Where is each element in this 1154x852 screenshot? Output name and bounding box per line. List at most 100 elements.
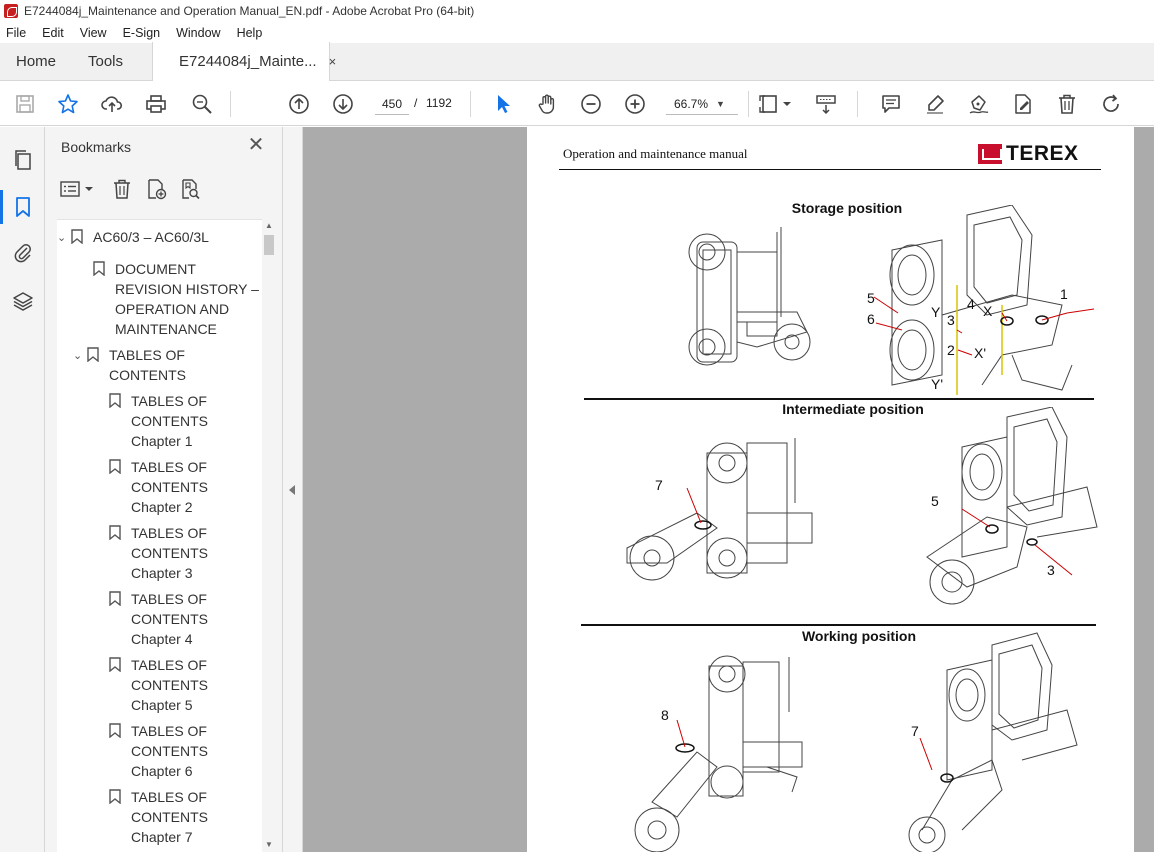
page-number-input[interactable] [375,93,409,115]
layers-icon [13,292,33,311]
callout-label: 8 [661,707,669,723]
trash-icon [114,179,130,199]
callout-label: 7 [655,477,663,493]
callout-label: 5 [931,493,939,509]
bookmarks-panel-button[interactable] [0,190,36,224]
new-bookmark-button[interactable] [145,177,167,201]
callout-label: 6 [867,311,875,327]
bookmark-options-button[interactable] [59,177,95,201]
fit-page-button[interactable] [759,92,795,116]
callout-label: 3 [1047,562,1055,578]
menu-window[interactable]: Window [174,26,222,40]
zoom-level-select[interactable]: 66.7% ▼ [666,93,738,115]
plus-circle-icon [625,94,645,114]
bookmark-item[interactable]: TABLES OF CONTENTS Chapter 7 [109,787,259,847]
find-bookmark-button[interactable] [179,177,201,201]
highlight-button[interactable] [923,92,947,116]
menu-help[interactable]: Help [235,26,265,40]
bookmark-icon [109,789,121,804]
next-page-button[interactable] [331,92,355,116]
bookmarks-title: Bookmarks [61,139,132,155]
storage-iso-drawing [873,205,1095,395]
menu-bar: File Edit View E-Sign Window Help [0,22,1154,43]
hand-tool-button[interactable] [535,92,559,116]
bookmark-icon [71,229,83,244]
attachments-button[interactable] [10,240,36,266]
scrollbar-thumb[interactable] [264,235,274,255]
page-thumbnails-button[interactable] [10,147,36,173]
bookmark-tree: ⌄ AC60/3 – AC60/3L DOCUMENT REVISION HIS… [57,219,275,852]
menu-esign[interactable]: E-Sign [121,26,163,40]
select-tool-button[interactable] [491,92,515,116]
bookmark-item[interactable]: ⌄ TABLES OF CONTENTS [73,345,253,385]
upload-button[interactable] [100,92,124,116]
layers-button[interactable] [10,288,36,314]
tab-document[interactable]: E7244084j_Mainte... × [152,42,336,81]
bookmarks-toolbar [59,177,269,203]
tab-tools[interactable]: Tools [72,42,152,80]
edit-pdf-button[interactable] [1011,92,1035,116]
menu-file[interactable]: File [4,26,28,40]
panel-collapse-handle[interactable] [283,127,303,852]
bookmark-icon [87,347,99,362]
sign-button[interactable] [967,92,991,116]
total-pages: 1192 [426,96,452,110]
tab-home[interactable]: Home [0,42,72,80]
save-button[interactable] [13,92,37,116]
keyboard-scroll-icon [816,95,836,115]
bookmark-item[interactable]: TABLES OF CONTENTS Chapter 4 [109,589,259,649]
tab-close-button[interactable]: × [329,54,337,69]
bookmark-icon [109,459,121,474]
bookmark-item[interactable]: DOCUMENT REVISION HISTORY – OPERATION AN… [93,259,263,339]
page-separator: / [414,96,418,110]
bookmark-item[interactable]: TABLES OF CONTENTS Chapter 3 [109,523,259,583]
brand-wordmark: TEREX [1006,142,1079,165]
acrobat-icon [4,4,18,18]
menu-edit[interactable]: Edit [40,26,66,40]
bookmark-label: TABLES OF CONTENTS Chapter 2 [131,459,208,515]
scroll-down-icon[interactable]: ▼ [265,840,273,849]
previous-page-button[interactable] [287,92,311,116]
bookmark-label: TABLES OF CONTENTS [109,347,186,383]
search-bookmark-icon [182,179,200,200]
zoom-level-value: 66.7% [673,96,709,111]
minus-circle-icon [581,94,601,114]
bookmark-item[interactable]: ⌄ AC60/3 – AC60/3L [57,227,209,247]
intermediate-side-drawing [626,438,813,581]
bookmark-label: TABLES OF CONTENTS Chapter 1 [131,393,208,449]
scroll-mode-button[interactable] [814,92,838,116]
callout-label: 3 [947,312,955,328]
bookmarks-scrollbar[interactable]: ▲ ▼ [262,219,276,852]
delete-bookmark-button[interactable] [111,177,133,201]
arrow-down-circle-icon [333,94,353,114]
zoom-out-button[interactable] [579,92,603,116]
rotate-icon [1103,94,1119,112]
delete-button[interactable] [1055,92,1079,116]
callout-label: 2 [947,342,955,358]
bookmark-item[interactable]: TABLES OF CONTENTS Chapter 2 [109,457,259,517]
comment-button[interactable] [879,92,903,116]
bookmark-star-button[interactable] [56,92,80,116]
chevron-down-icon[interactable]: ⌄ [57,231,71,244]
callout-label: Y' [931,376,944,392]
bookmark-icon [16,197,30,217]
bookmark-item[interactable]: TABLES OF CONTENTS Chapter 5 [109,655,259,715]
pen-sign-icon [969,95,989,114]
bookmark-item[interactable]: TABLES OF CONTENTS Chapter 6 [109,721,259,781]
bookmark-label: TABLES OF CONTENTS Chapter 4 [131,591,208,647]
find-button[interactable] [190,92,214,116]
print-button[interactable] [144,92,168,116]
close-icon[interactable]: ✕ [246,135,266,155]
chevron-down-icon[interactable]: ⌄ [73,349,87,362]
zoom-in-button[interactable] [623,92,647,116]
bookmark-icon [93,261,105,276]
scroll-up-icon[interactable]: ▲ [265,221,273,230]
edit-document-icon [1015,94,1031,114]
menu-view[interactable]: View [78,26,109,40]
bookmark-icon [109,525,121,540]
list-options-icon [60,181,93,197]
intermediate-iso-drawing [926,407,1098,605]
rotate-button[interactable] [1099,92,1123,116]
document-viewport[interactable]: Operation and maintenance manual TEREX S… [303,127,1154,852]
bookmark-item[interactable]: TABLES OF CONTENTS Chapter 1 [109,391,259,451]
